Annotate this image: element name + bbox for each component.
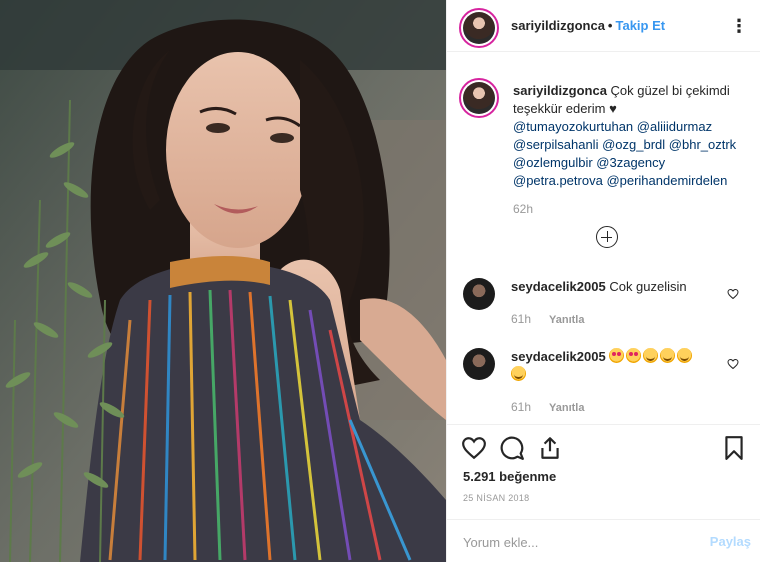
- more-options-icon[interactable]: ⋮: [729, 16, 749, 36]
- comment-box: Paylaş: [447, 519, 760, 562]
- heart-eyes-emoji-icon: [609, 348, 625, 363]
- caption-username[interactable]: sariyildizgonca: [513, 83, 607, 98]
- portrait-image: [0, 0, 446, 562]
- share-icon[interactable]: [537, 435, 563, 461]
- mention-link[interactable]: @ozg_brdl: [602, 137, 665, 152]
- author-avatar[interactable]: [459, 8, 499, 48]
- caption-time[interactable]: 62h: [513, 202, 533, 216]
- comment-username[interactable]: seydacelik2005: [511, 349, 606, 364]
- comment-bubble-icon[interactable]: [499, 435, 525, 461]
- mention-link[interactable]: @perihandemirdelen: [606, 173, 727, 188]
- mention-link[interactable]: @petra.petrova: [513, 173, 603, 188]
- comment-like-heart-icon[interactable]: [727, 358, 739, 370]
- like-heart-icon[interactable]: [461, 435, 487, 461]
- bookmark-icon[interactable]: [721, 435, 747, 461]
- load-more-comments-icon[interactable]: [596, 226, 618, 248]
- comment-time[interactable]: 61h: [511, 400, 531, 414]
- comment-body: seydacelik2005: [511, 348, 731, 384]
- mention-link[interactable]: @3zagency: [596, 155, 665, 170]
- mention-link[interactable]: @bhr_oztrk: [669, 137, 736, 152]
- caption-avatar[interactable]: [459, 78, 499, 118]
- mention-link[interactable]: @tumayozokurtuhan: [513, 119, 633, 134]
- mention-link[interactable]: @ozlemgulbir: [513, 155, 593, 170]
- instagram-post: sariyildizgonca • Takip Et ⋮ sariyildizgon…: [0, 0, 760, 562]
- comment-username[interactable]: seydacelik2005: [511, 279, 606, 294]
- commenter-avatar[interactable]: [463, 348, 495, 380]
- smiling-emoji-icon: [511, 366, 526, 381]
- header-user-line: sariyildizgonca • Takip Et: [511, 18, 665, 33]
- caption-text-block: sariyildizgonca Çok güzel bi çekimdi teş…: [513, 82, 749, 190]
- comment-body: seydacelik2005 Cok guzelisin: [511, 278, 731, 296]
- post-actions: 5.291 beğenme 25 NİSAN 2018 Paylaş: [447, 424, 760, 562]
- post-sidebar: sariyildizgonca • Takip Et ⋮ sariyildizgon…: [446, 0, 760, 562]
- post-header: sariyildizgonca • Takip Et ⋮: [447, 0, 760, 52]
- separator-dot: •: [607, 18, 613, 33]
- likes-count[interactable]: 5.291 beğenme: [463, 469, 556, 484]
- mention-link[interactable]: @serpilsahanli: [513, 137, 598, 152]
- heart-emoji-icon: ♥: [609, 101, 617, 116]
- smiling-emoji-icon: [643, 348, 659, 363]
- follow-button[interactable]: Takip Et: [615, 18, 665, 33]
- add-comment-input[interactable]: [463, 532, 683, 552]
- reply-button[interactable]: Yanıtla: [549, 402, 584, 414]
- post-comment-button[interactable]: Paylaş: [710, 534, 751, 549]
- author-username[interactable]: sariyildizgonca: [511, 18, 605, 33]
- post-photo[interactable]: [0, 0, 446, 562]
- smiling-emoji-icon: [677, 348, 693, 363]
- smiling-emoji-icon: [660, 348, 676, 363]
- commenter-avatar[interactable]: [463, 278, 495, 310]
- mention-link[interactable]: @aliiidurmaz: [637, 119, 712, 134]
- comment-time[interactable]: 61h: [511, 312, 531, 326]
- post-date[interactable]: 25 NİSAN 2018: [463, 493, 529, 503]
- heart-eyes-emoji-icon: [626, 348, 642, 363]
- comment-like-heart-icon[interactable]: [727, 288, 739, 300]
- reply-button[interactable]: Yanıtla: [549, 314, 584, 326]
- comment-text: Cok guzelisin: [609, 279, 687, 294]
